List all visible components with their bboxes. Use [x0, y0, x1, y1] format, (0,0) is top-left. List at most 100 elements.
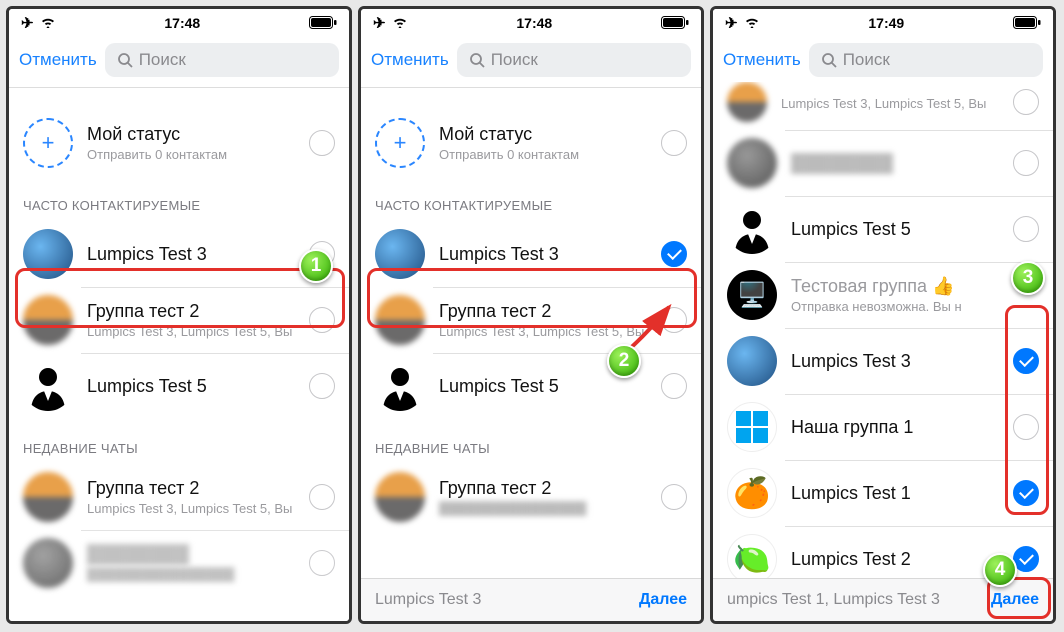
avatar [375, 472, 425, 522]
checkbox[interactable] [661, 484, 687, 510]
status-bar: ✈︎ 17:49 [713, 9, 1053, 37]
cancel-button[interactable]: Отменить [723, 50, 801, 70]
battery-icon [1013, 13, 1041, 34]
contact-name: Группа тест 2 [87, 301, 309, 322]
wifi-icon [744, 15, 760, 32]
search-input[interactable]: Поиск [457, 43, 691, 77]
avatar [727, 82, 767, 122]
wifi-icon [392, 15, 408, 32]
search-placeholder: Поиск [139, 50, 186, 70]
contact-row[interactable]: Lumpics Test 3 [361, 221, 701, 287]
contact-row[interactable]: Lumpics Test 5 [9, 353, 349, 419]
status-bar: ✈︎ 17:48 [361, 9, 701, 37]
contact-row-partial[interactable]: Lumpics Test 3, Lumpics Test 5, Вы [713, 82, 1053, 130]
status-ring-icon [23, 118, 73, 168]
my-status-title: Мой статус [87, 124, 309, 145]
contact-row[interactable]: ████████ [713, 130, 1053, 196]
screen-2: ✈︎ 17:48 Отменить Поиск Мой статус Отпра… [358, 6, 704, 624]
contact-row[interactable]: Lumpics Test 3 [9, 221, 349, 287]
checkbox[interactable] [309, 130, 335, 156]
next-button[interactable]: Далее [991, 591, 1039, 609]
checkbox-checked[interactable] [1013, 348, 1039, 374]
search-input[interactable]: Поиск [809, 43, 1043, 77]
search-icon [469, 52, 485, 68]
contact-row[interactable]: Lumpics Test 5 [713, 196, 1053, 262]
avatar [727, 468, 777, 518]
screen-3: ✈︎ 17:49 Отменить Поиск Lumpics Test 3, … [710, 6, 1056, 624]
contact-name: ████████ [87, 544, 309, 565]
checkbox[interactable] [309, 550, 335, 576]
avatar [375, 229, 425, 279]
contact-members: Lumpics Test 3, Lumpics Test 5, Вы [87, 501, 309, 516]
contact-row[interactable]: Lumpics Test 3 [713, 328, 1053, 394]
contact-row[interactable]: Группа тест 2 Lumpics Test 3, Lumpics Te… [361, 287, 701, 353]
avatar [23, 295, 73, 345]
checkbox[interactable] [309, 484, 335, 510]
checkbox[interactable] [309, 307, 335, 333]
contact-row[interactable]: Тестовая группа 👍 Отправка невозможна. В… [713, 262, 1053, 328]
checkbox[interactable] [1013, 216, 1039, 242]
callout-badge-3: 3 [1011, 261, 1045, 295]
checkbox-checked[interactable] [661, 241, 687, 267]
header: Отменить Поиск [9, 37, 349, 88]
section-frequent: ЧАСТО КОНТАКТИРУЕМЫЕ [9, 176, 349, 221]
callout-badge-4: 4 [983, 553, 1017, 587]
header: Отменить Поиск [713, 37, 1053, 88]
my-status-row[interactable]: Мой статус Отправить 0 контактам [361, 110, 701, 176]
my-status-row[interactable]: Мой статус Отправить 0 контактам [9, 110, 349, 176]
battery-icon [661, 13, 689, 34]
status-left: ✈︎ [21, 14, 56, 32]
search-icon [117, 52, 133, 68]
section-frequent: ЧАСТО КОНТАКТИРУЕМЫЕ [361, 176, 701, 221]
contact-row[interactable]: Группа тест 2 Lumpics Test 3, Lumpics Te… [9, 287, 349, 353]
footer-bar: Lumpics Test 3 Далее [361, 578, 701, 621]
search-input[interactable]: Поиск [105, 43, 339, 77]
avatar [727, 204, 777, 254]
avatar [23, 229, 73, 279]
contact-members: ████████████████ [87, 567, 309, 582]
checkbox[interactable] [309, 373, 335, 399]
checkbox[interactable] [1013, 414, 1039, 440]
checkbox[interactable] [1013, 89, 1039, 115]
cancel-button[interactable]: Отменить [371, 50, 449, 70]
contact-row[interactable]: Наша группа 1 [713, 394, 1053, 460]
status-time: 17:48 [516, 15, 552, 31]
contact-members: Lumpics Test 3, Lumpics Test 5, Вы [87, 324, 309, 339]
airplane-icon: ✈︎ [725, 14, 738, 32]
status-time: 17:48 [164, 15, 200, 31]
contact-list: Мой статус Отправить 0 контактам ЧАСТО К… [9, 88, 349, 621]
selected-names: Lumpics Test 3 [375, 591, 631, 609]
contact-list: Мой статус Отправить 0 контактам ЧАСТО К… [361, 88, 701, 578]
checkbox[interactable] [661, 307, 687, 333]
contact-name: Lumpics Test 5 [87, 376, 309, 397]
checkbox-checked[interactable] [1013, 480, 1039, 506]
header: Отменить Поиск [361, 37, 701, 88]
cancel-button[interactable]: Отменить [19, 50, 97, 70]
avatar [23, 361, 73, 411]
avatar [23, 538, 73, 588]
screen-1: ✈︎ 17:48 Отменить Поиск Мой статус Отпра… [6, 6, 352, 624]
avatar [375, 361, 425, 411]
contact-row[interactable]: Группа тест 2 ████████████████ [361, 464, 701, 530]
airplane-icon: ✈︎ [373, 14, 386, 32]
contact-row[interactable]: Группа тест 2 Lumpics Test 3, Lumpics Te… [9, 464, 349, 530]
contact-list: Lumpics Test 3, Lumpics Test 5, Вы █████… [713, 82, 1053, 578]
avatar [727, 138, 777, 188]
status-ring-icon [375, 118, 425, 168]
selected-names: umpics Test 1, Lumpics Test 3 [727, 591, 983, 609]
checkbox[interactable] [1013, 150, 1039, 176]
avatar [727, 270, 777, 320]
contact-name: Группа тест 2 [87, 478, 309, 499]
avatar [727, 336, 777, 386]
callout-badge-2: 2 [607, 344, 641, 378]
checkbox[interactable] [661, 130, 687, 156]
contact-row[interactable]: Lumpics Test 5 [361, 353, 701, 419]
next-button[interactable]: Далее [639, 591, 687, 609]
battery-icon [309, 13, 337, 34]
contact-row[interactable]: Lumpics Test 1 [713, 460, 1053, 526]
checkbox[interactable] [661, 373, 687, 399]
contact-row[interactable]: ████████ ████████████████ [9, 530, 349, 596]
my-status-subtitle: Отправить 0 контактам [87, 147, 309, 162]
wifi-icon [40, 15, 56, 32]
status-time: 17:49 [868, 15, 904, 31]
